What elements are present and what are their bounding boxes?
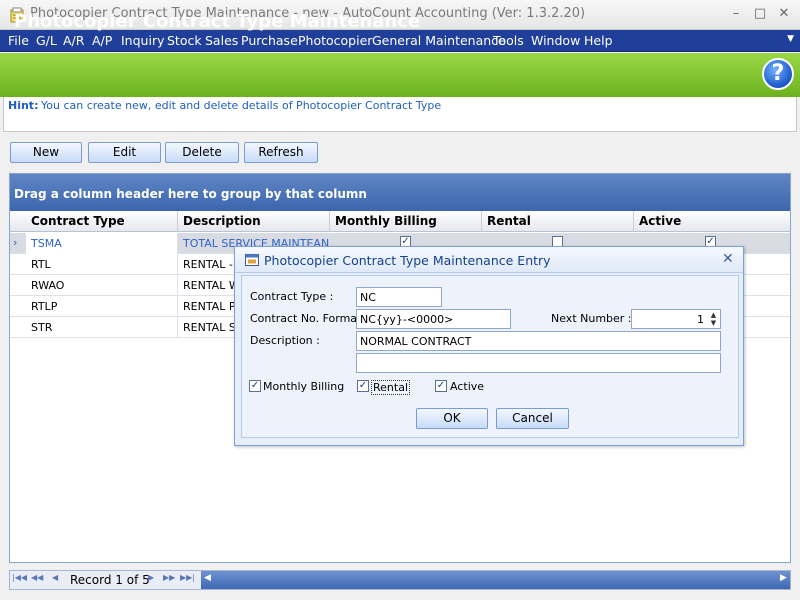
edit-button[interactable]: Edit <box>88 142 161 163</box>
monthly-billing-checkbox[interactable]: ✓ <box>249 380 261 392</box>
menu-ar[interactable]: A/R <box>63 33 84 48</box>
cell-description[interactable]: RENTAL - P <box>178 254 238 275</box>
next-number-spinner-icon[interactable]: ▲ ▼ <box>708 311 719 329</box>
menu-ap[interactable]: A/P <box>92 33 112 48</box>
cell-contract-type[interactable]: STR <box>26 317 178 338</box>
dialog-form-icon <box>245 254 259 266</box>
cell-description[interactable]: RENTAL PR <box>178 296 238 317</box>
hint-text: You can create new, edit and delete deta… <box>41 99 442 112</box>
dialog-close-icon[interactable]: ✕ <box>722 251 734 267</box>
active-checkbox[interactable]: ✓ <box>435 380 447 392</box>
cancel-button[interactable]: Cancel <box>496 408 569 429</box>
page-header <box>0 53 800 97</box>
cell-contract-type[interactable]: RTL <box>26 254 178 275</box>
hint-panel: Hint: You can create new, edit and delet… <box>3 97 797 132</box>
maximize-button[interactable]: □ <box>750 5 770 23</box>
minimize-button[interactable]: – <box>726 5 746 23</box>
next-number-label: Next Number : <box>551 312 632 325</box>
hint-label: Hint: <box>8 99 39 112</box>
column-header-monthly-billing[interactable]: Monthly Billing <box>330 211 482 232</box>
next-page-icon[interactable]: ▶▶ <box>163 573 175 582</box>
refresh-button[interactable]: Refresh <box>244 142 318 163</box>
last-record-icon[interactable]: ▶▶| <box>180 573 195 582</box>
cell-contract-type[interactable]: RTLP <box>26 296 178 317</box>
menu-tools[interactable]: Tools <box>493 33 524 48</box>
horizontal-scrollbar[interactable] <box>201 571 790 589</box>
next-record-icon[interactable]: ▶ <box>148 573 154 582</box>
page-title: Photocopier Contract Type Maintenance <box>14 11 421 32</box>
row-indicator-icon: › <box>13 236 18 249</box>
new-button[interactable]: New <box>10 142 82 163</box>
dialog-title: Photocopier Contract Type Maintenance En… <box>264 253 551 268</box>
active-label[interactable]: Active <box>450 380 484 393</box>
first-record-icon[interactable]: |◀◀ <box>12 573 27 582</box>
column-header-contract-type[interactable]: Contract Type <box>26 211 178 232</box>
menu-bar: File G/L A/R A/P Inquiry Stock Sales Pur… <box>0 30 800 52</box>
menu-overflow-icon[interactable]: ▼ <box>787 34 794 44</box>
contract-type-label: Contract Type : <box>250 290 334 303</box>
menu-sales[interactable]: Sales <box>205 33 238 48</box>
column-header-description[interactable]: Description <box>178 211 330 232</box>
column-header-rental[interactable]: Rental <box>482 211 634 232</box>
cell-description[interactable]: RENTAL SH <box>178 317 238 338</box>
rental-checkbox[interactable]: ✓ <box>357 380 369 392</box>
menu-purchase[interactable]: Purchase <box>241 33 298 48</box>
menu-photocopier[interactable]: Photocopier <box>298 33 372 48</box>
help-icon[interactable]: ? <box>762 58 794 90</box>
cell-contract-type[interactable]: RWAO <box>26 275 178 296</box>
column-header-active[interactable]: Active <box>634 211 790 232</box>
previous-page-icon[interactable]: ◀◀ <box>31 573 43 582</box>
rental-label[interactable]: Rental <box>371 380 410 395</box>
scroll-right-icon[interactable]: ▶ <box>780 573 787 583</box>
menu-general-maintenance[interactable]: General Maintenance <box>372 33 506 48</box>
description-input[interactable] <box>356 331 721 351</box>
menu-help[interactable]: Help <box>584 33 613 48</box>
menu-window[interactable]: Window <box>531 33 580 48</box>
description-label: Description : <box>250 334 320 347</box>
menu-inquiry[interactable]: Inquiry <box>121 33 164 48</box>
cell-contract-type[interactable]: TSMA <box>26 233 178 254</box>
contract-type-input[interactable] <box>356 287 442 307</box>
monthly-billing-label[interactable]: Monthly Billing <box>263 380 344 393</box>
contract-format-input[interactable] <box>356 309 511 329</box>
previous-record-icon[interactable]: ◀ <box>52 573 58 582</box>
scroll-left-icon[interactable]: ◀ <box>204 573 211 583</box>
ok-button[interactable]: OK <box>416 408 488 429</box>
delete-button[interactable]: Delete <box>165 142 239 163</box>
menu-stock[interactable]: Stock <box>167 33 202 48</box>
record-counter: Record 1 of 5 <box>70 573 150 587</box>
menu-gl[interactable]: G/L <box>36 33 57 48</box>
description-line2-input[interactable] <box>356 353 721 373</box>
window-close-button[interactable]: ✕ <box>774 5 794 23</box>
group-by-hint: Drag a column header here to group by th… <box>14 187 367 201</box>
cell-description[interactable]: RENTAL WI <box>178 275 238 296</box>
menu-file[interactable]: File <box>8 33 29 48</box>
contract-format-label: Contract No. Format <box>250 312 362 325</box>
